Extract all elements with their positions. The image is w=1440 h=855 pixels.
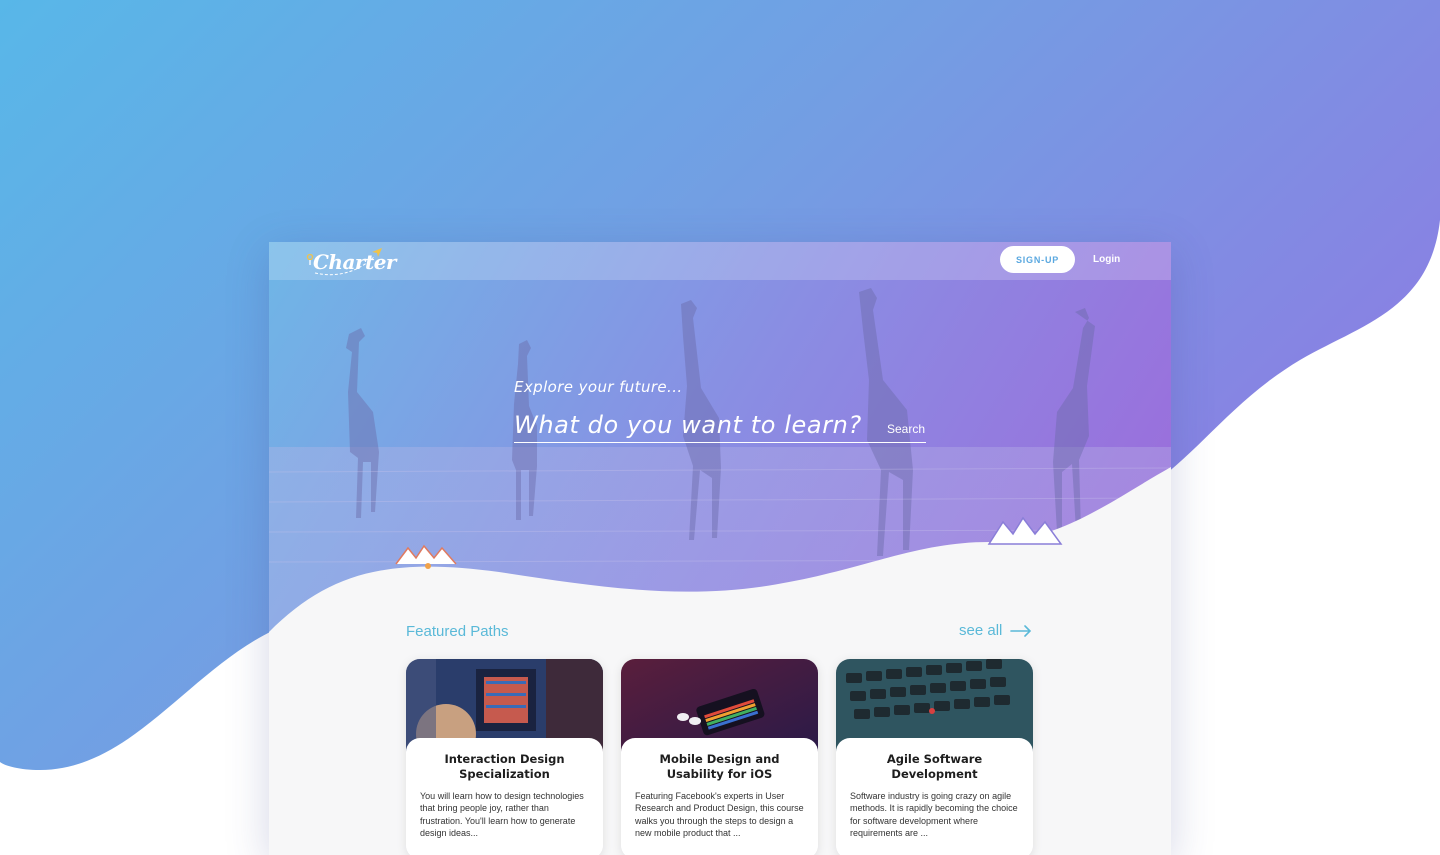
hero-tagline: Explore your future...: [514, 378, 683, 396]
path-card[interactable]: Agile Software Development Software indu…: [836, 659, 1033, 855]
logo-text: Charter: [313, 250, 396, 274]
signup-button[interactable]: SIGN-UP: [1000, 246, 1075, 273]
arrow-right-icon: [1010, 624, 1032, 637]
card-body: Interaction Design Specialization You wi…: [406, 738, 603, 855]
logo[interactable]: Charter: [305, 246, 396, 276]
featured-cards: Interaction Design Specialization You wi…: [406, 659, 1034, 855]
card-description: Featuring Facebook's experts in User Res…: [635, 791, 804, 838]
navbar: Charter SIGN-UP Login: [269, 242, 1171, 280]
search-button[interactable]: Search: [887, 422, 925, 436]
search-bar: Search: [514, 408, 926, 443]
see-all-label: see all: [959, 622, 1003, 639]
card-description: Software industry is going crazy on agil…: [850, 791, 1018, 838]
mountain-icon: [395, 544, 457, 569]
featured-paths-title: Featured Paths: [406, 623, 509, 640]
path-card[interactable]: Mobile Design and Usability for iOS Feat…: [621, 659, 818, 855]
search-input[interactable]: [514, 408, 886, 442]
card-title: Agile Software Development: [886, 752, 983, 781]
see-all-link[interactable]: see all: [959, 622, 1032, 639]
card-title: Interaction Design Specialization: [444, 752, 565, 781]
path-card[interactable]: Interaction Design Specialization You wi…: [406, 659, 603, 855]
card-description: You will learn how to design technologie…: [420, 791, 584, 838]
card-body: Mobile Design and Usability for iOS Feat…: [621, 738, 818, 855]
login-link[interactable]: Login: [1093, 254, 1120, 265]
card-body: Agile Software Development Software indu…: [836, 738, 1033, 855]
mountain-icon: [987, 516, 1063, 545]
card-title: Mobile Design and Usability for iOS: [659, 752, 780, 781]
website-mockup: Charter SIGN-UP Login Explore your futur…: [269, 242, 1171, 855]
